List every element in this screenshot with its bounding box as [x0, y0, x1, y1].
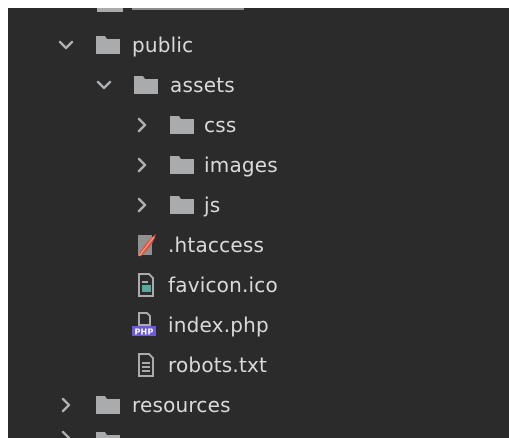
tree-item-label: .htaccess [168, 233, 265, 257]
tree-item-robots-txt[interactable]: robots.txt [8, 346, 509, 384]
tree-item-css[interactable]: css [8, 106, 509, 144]
tree-item-js[interactable]: js [8, 186, 509, 224]
chevron-right-icon[interactable] [130, 193, 154, 217]
folder-icon [94, 430, 122, 438]
cutoff-label-glyphs [132, 8, 252, 12]
tree-item-assets[interactable]: assets [8, 66, 509, 104]
image-file-icon [132, 272, 160, 298]
tree-row-cutoff-top [8, 8, 509, 16]
project-tree-panel: public assets css images js .htaccess fa… [8, 8, 509, 438]
tree-row-cutoff-bottom [8, 426, 509, 438]
chevron-down-icon[interactable] [92, 73, 116, 97]
tree-item-favicon[interactable]: favicon.ico [8, 266, 509, 304]
tree-item-label: assets [170, 73, 235, 97]
folder-icon [96, 8, 124, 14]
tree-item-label: robots.txt [168, 353, 268, 377]
tree-item-label: images [204, 153, 278, 177]
chevron-right-icon[interactable] [130, 113, 154, 137]
folder-icon [132, 72, 160, 98]
php-file-icon: PHP [130, 312, 158, 338]
tree-item-htaccess[interactable]: .htaccess [8, 226, 509, 264]
cutoff-label-glyphs [132, 432, 202, 438]
tree-item-label: favicon.ico [168, 273, 278, 297]
folder-icon [168, 152, 196, 178]
text-file-icon [132, 352, 160, 378]
tree-item-resources[interactable]: resources [8, 386, 509, 424]
chevron-right-icon[interactable] [130, 153, 154, 177]
tree-item-label: public [132, 33, 194, 57]
htaccess-feather-icon [132, 232, 160, 258]
tree-item-images[interactable]: images [8, 146, 509, 184]
tree-item-label: js [204, 193, 221, 217]
tree-item-public[interactable]: public [8, 26, 509, 64]
tree-item-label: css [204, 113, 237, 137]
tree-item-label: index.php [168, 313, 269, 337]
folder-icon [168, 192, 196, 218]
chevron-down-icon[interactable] [54, 33, 78, 57]
chevron-right-icon [54, 426, 78, 438]
tree-item-label: resources [132, 393, 231, 417]
chevron-right-icon[interactable] [54, 393, 78, 417]
folder-icon [94, 392, 122, 418]
tree-item-index-php[interactable]: PHP index.php [8, 306, 509, 344]
folder-icon [168, 112, 196, 138]
svg-text:PHP: PHP [134, 328, 153, 337]
folder-icon [94, 32, 122, 58]
